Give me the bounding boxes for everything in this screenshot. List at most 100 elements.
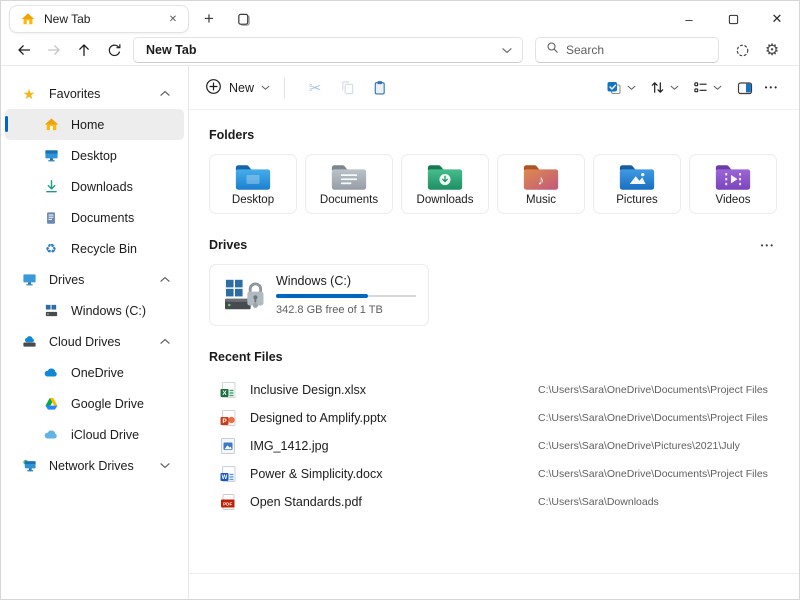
file-row-pptx[interactable]: P Designed to Amplify.pptx C:\Users\Sara… — [209, 404, 779, 432]
pdf-file-icon: PDF — [219, 493, 237, 511]
focus-session-icon[interactable] — [727, 37, 757, 63]
sidebar-item-home[interactable]: Home — [5, 109, 184, 140]
sidebar-item-downloads[interactable]: Downloads — [5, 171, 184, 202]
search-input[interactable] — [566, 43, 708, 57]
svg-text:X: X — [222, 390, 227, 397]
desktop-icon — [43, 148, 59, 164]
tab-close-icon[interactable]: ✕ — [164, 10, 182, 28]
drive-usage-fill — [276, 294, 368, 298]
up-icon[interactable] — [69, 37, 99, 63]
word-file-icon: W — [219, 465, 237, 483]
drive-card-windows-c[interactable]: Windows (C:) 342.8 GB free of 1 TB — [209, 264, 429, 326]
sidebar-group-cloud-drives[interactable]: Cloud Drives — [5, 326, 184, 357]
new-button[interactable]: New — [205, 78, 270, 98]
folder-card-pictures[interactable]: Pictures — [593, 154, 681, 214]
chevron-down-icon[interactable] — [502, 47, 512, 54]
excel-file-icon: X — [219, 381, 237, 399]
chevron-up-icon[interactable] — [160, 90, 170, 97]
svg-text:PDF: PDF — [223, 501, 232, 506]
settings-gear-icon[interactable]: ⚙ — [757, 37, 787, 63]
sidebar-item-windows-c[interactable]: Windows (C:) — [5, 295, 184, 326]
details-pane-icon[interactable] — [729, 73, 761, 103]
chevron-up-icon[interactable] — [160, 276, 170, 283]
downloads-folder-icon — [425, 162, 465, 193]
image-file-icon — [219, 437, 237, 455]
file-row-docx[interactable]: W Power & Simplicity.docx C:\Users\Sara\… — [209, 460, 779, 488]
divider — [284, 78, 285, 98]
new-tab-button[interactable]: + — [195, 6, 223, 32]
address-bar[interactable]: New Tab — [133, 37, 523, 63]
main-panel: New ✂ — [189, 66, 799, 599]
more-options-icon[interactable]: ••• — [761, 83, 783, 92]
sidebar-group-favorites[interactable]: ★ Favorites — [5, 78, 184, 109]
folder-card-desktop[interactable]: Desktop — [209, 154, 297, 214]
sidebar-item-icloud-drive[interactable]: iCloud Drive — [5, 419, 184, 450]
file-row-xlsx[interactable]: X Inclusive Design.xlsx C:\Users\Sara\On… — [209, 376, 779, 404]
titlebar: New Tab ✕ + – ✕ — [1, 1, 799, 37]
plus-circle-icon — [205, 78, 222, 98]
recent-files-section-title: Recent Files — [209, 350, 779, 364]
svg-text:P: P — [222, 418, 227, 425]
close-button[interactable]: ✕ — [755, 1, 799, 37]
sort-button[interactable] — [643, 73, 686, 103]
bitlocker-drive-icon — [222, 276, 266, 314]
sidebar-item-desktop[interactable]: Desktop — [5, 140, 184, 171]
documents-folder-icon — [329, 162, 369, 193]
tab-title: New Tab — [44, 12, 156, 26]
search-icon — [546, 41, 559, 59]
folders-row: Desktop Documents — [209, 154, 779, 214]
chevron-up-icon[interactable] — [160, 338, 170, 345]
command-bar: New ✂ — [189, 66, 799, 110]
folder-card-videos[interactable]: Videos — [689, 154, 777, 214]
videos-folder-icon — [713, 162, 753, 193]
file-row-jpg[interactable]: IMG_1412.jpg C:\Users\Sara\OneDrive\Pict… — [209, 432, 779, 460]
sidebar-item-recycle-bin[interactable]: ♻ Recycle Bin — [5, 233, 184, 264]
drives-section-header: Drives ••• — [209, 238, 779, 252]
star-icon: ★ — [21, 86, 37, 102]
view-button[interactable] — [686, 73, 729, 103]
minimize-button[interactable]: – — [667, 1, 711, 37]
drive-capacity-text: 342.8 GB free of 1 TB — [276, 304, 416, 316]
select-button[interactable] — [599, 73, 643, 103]
maximize-button[interactable] — [711, 1, 755, 37]
tab-list-icon[interactable] — [229, 6, 257, 32]
copy-icon[interactable] — [331, 73, 363, 103]
tab-new-tab[interactable]: New Tab ✕ — [9, 5, 189, 33]
file-explorer-window: New Tab ✕ + – ✕ New Tab — [0, 0, 800, 600]
sidebar-group-network-drives[interactable]: Network Drives — [5, 450, 184, 481]
download-icon — [43, 179, 59, 195]
search-box[interactable] — [535, 37, 719, 63]
drives-section-title: Drives — [209, 238, 247, 252]
paste-icon[interactable] — [363, 73, 395, 103]
back-icon[interactable] — [9, 37, 39, 63]
status-bar — [189, 573, 799, 599]
refresh-icon[interactable] — [99, 37, 129, 63]
folder-card-music[interactable]: ♪ Music — [497, 154, 585, 214]
music-folder-icon: ♪ — [521, 162, 561, 193]
home-content: Folders Desktop — [189, 110, 799, 573]
monitor-icon — [21, 272, 37, 288]
onedrive-icon — [43, 365, 59, 381]
folders-section-title: Folders — [209, 128, 779, 142]
forward-icon[interactable] — [39, 37, 69, 63]
home-icon — [20, 11, 36, 27]
svg-text:W: W — [222, 475, 228, 481]
sidebar-group-drives[interactable]: Drives — [5, 264, 184, 295]
drive-name: Windows (C:) — [276, 274, 416, 288]
svg-text:♪: ♪ — [538, 172, 545, 187]
chevron-down-icon[interactable] — [160, 462, 170, 469]
file-row-pdf[interactable]: PDF Open Standards.pdf C:\Users\Sara\Dow… — [209, 488, 779, 516]
sidebar-item-google-drive[interactable]: Google Drive — [5, 388, 184, 419]
sidebar: ★ Favorites Home Desktop Do — [1, 66, 189, 599]
recycle-bin-icon: ♻ — [43, 241, 59, 257]
home-icon — [43, 117, 59, 133]
cloud-drive-icon — [21, 334, 37, 350]
sidebar-item-onedrive[interactable]: OneDrive — [5, 357, 184, 388]
cut-icon[interactable]: ✂ — [299, 73, 331, 103]
folder-card-documents[interactable]: Documents — [305, 154, 393, 214]
hard-drive-icon — [43, 303, 59, 319]
folder-card-downloads[interactable]: Downloads — [401, 154, 489, 214]
drives-more-icon[interactable]: ••• — [757, 241, 779, 250]
sidebar-item-documents[interactable]: Documents — [5, 202, 184, 233]
network-drive-icon — [21, 458, 37, 474]
